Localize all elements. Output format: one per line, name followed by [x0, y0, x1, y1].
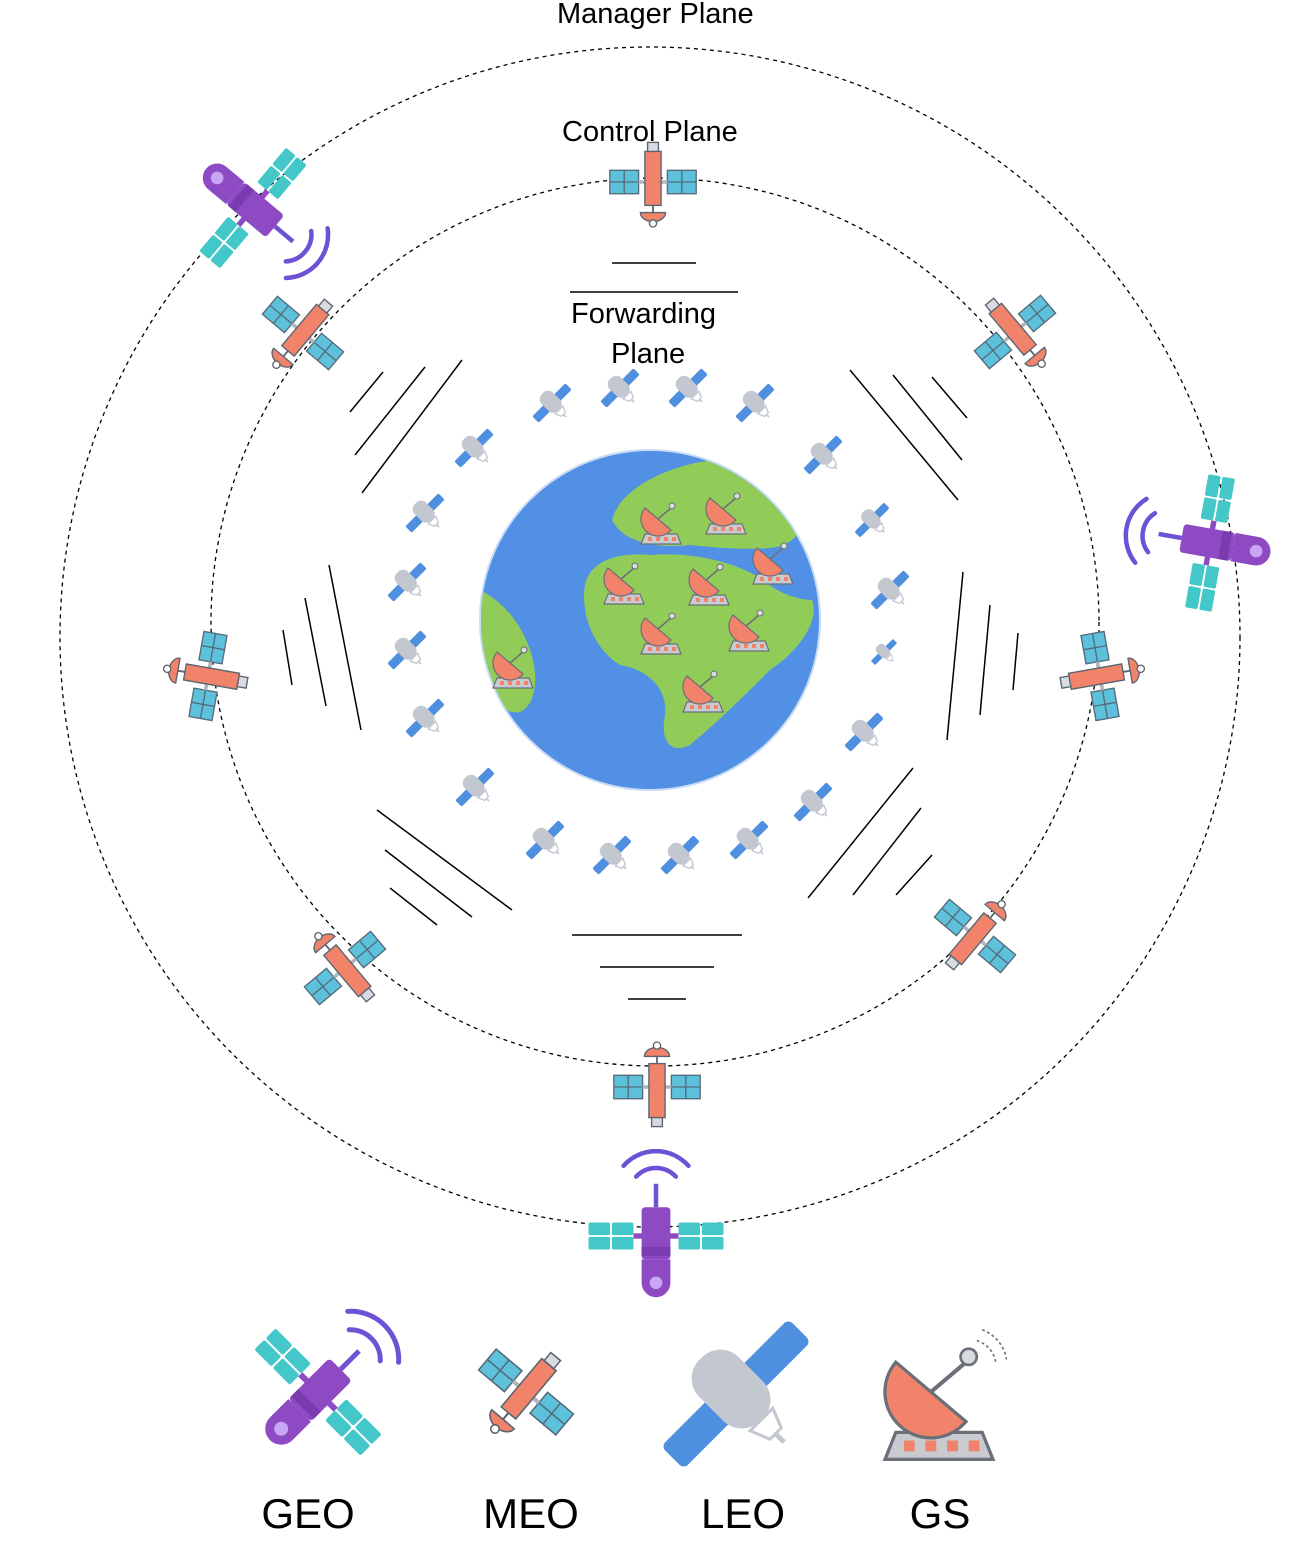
geo-satellite-icon — [1115, 462, 1282, 620]
leo-satellite-icon — [848, 496, 900, 548]
leo-satellite-icon — [518, 813, 577, 872]
meo-satellite-icon — [452, 1323, 596, 1466]
legend-label-gs: GS — [909, 1490, 971, 1537]
meo-satellite-icon — [155, 624, 256, 727]
leo-satellite-icon — [447, 421, 506, 480]
leo-satellite-icon — [398, 691, 457, 750]
leo-satellite-icon — [728, 376, 787, 435]
legend — [217, 1272, 1008, 1505]
geo-satellite-icon — [217, 1272, 438, 1493]
forwarding-plane-label-line2: Plane — [611, 338, 686, 370]
meo-satellite-icon — [282, 904, 405, 1028]
leo-satellite-icon — [448, 760, 507, 819]
geo-satellite-icon — [589, 1151, 724, 1297]
legend-label-leo: LEO — [700, 1490, 786, 1537]
leo-satellite-icon — [796, 428, 855, 487]
geo-satellite-icon — [163, 117, 362, 314]
legend-label-meo: MEO — [483, 1490, 579, 1537]
leo-satellite-icon — [866, 634, 905, 673]
leo-satellite-icon — [653, 828, 712, 887]
leo-satellite-icon — [380, 555, 439, 614]
leo-satellite-icon — [863, 563, 922, 622]
meo-satellite-icon — [240, 273, 363, 397]
leo-satellite-icon — [786, 775, 845, 834]
meo-satellite-icon — [915, 872, 1038, 996]
leo-satellite-icon — [663, 1321, 809, 1467]
leo-satellite-icon — [722, 813, 781, 872]
legend-label-geo: GEO — [261, 1490, 355, 1537]
meo-satellite-icon — [955, 272, 1078, 396]
earth-globe — [479, 449, 821, 791]
meo-satellite-icon — [608, 141, 698, 228]
forwarding-plane-label-line1: Forwarding — [571, 298, 717, 330]
ground-station-icon — [885, 1329, 1008, 1460]
leo-satellite-icon — [837, 705, 896, 764]
control-plane-label: Control Plane — [562, 116, 738, 148]
meo-satellite-icon — [1052, 624, 1153, 727]
leo-satellite-icon — [398, 486, 457, 545]
meo-satellite-icon — [612, 1041, 702, 1128]
leo-satellite-icon — [585, 828, 644, 887]
sagin-plane-diagram — [59, 46, 1292, 1554]
leo-satellite-icon — [380, 623, 439, 682]
manager-plane-label: Manager Plane — [557, 0, 754, 30]
leo-satellite-icon — [525, 376, 584, 435]
